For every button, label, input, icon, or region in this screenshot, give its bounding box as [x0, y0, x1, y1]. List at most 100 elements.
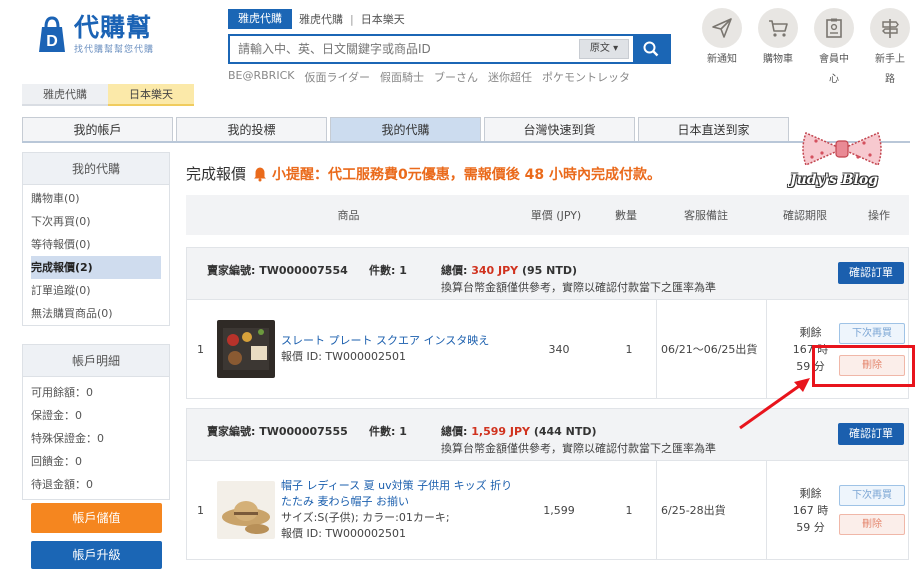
- confirm-deadline: 剩餘 167 時 59 分: [793, 485, 829, 536]
- header-product: 商品: [337, 209, 360, 222]
- main-nav: 我的帳戶 我的投標 我的代購 台灣快速到貨 日本直送到家: [22, 117, 792, 143]
- deposit-amount: 保證金：0: [31, 409, 82, 422]
- quantity: 1: [625, 342, 633, 356]
- buy-later-button[interactable]: 下次再買: [839, 485, 905, 506]
- search-tab-yahoo[interactable]: 雅虎代購: [228, 9, 292, 29]
- pending-refund: 待退金額：0: [31, 478, 93, 491]
- sidebar-item-unavailable[interactable]: 無法購買商品(0): [23, 302, 169, 325]
- product-thumbnail[interactable]: [217, 461, 275, 559]
- order-total: 總價: 340 JPY (95 NTD): [441, 262, 577, 278]
- search-button[interactable]: [633, 35, 669, 63]
- buy-later-button[interactable]: 下次再買: [839, 322, 905, 344]
- total-jpy: 340 JPY: [471, 264, 519, 277]
- chevron-down-icon: ▾: [613, 43, 619, 54]
- hot-keyword[interactable]: ブーさん: [434, 69, 478, 85]
- account-upgrade-button[interactable]: 帳戶升級: [31, 541, 162, 569]
- product-name-link[interactable]: 帽子 レディース 夏 uv対策 子供用 キッズ 折りたたみ 麦わら帽子 お揃い: [281, 478, 513, 510]
- nav-divider: [22, 141, 910, 143]
- item-count: 件數: 1: [369, 425, 407, 438]
- product-spec: サイズ:S(子供); カラー:01カーキ;: [281, 511, 450, 524]
- tab-my-purchases[interactable]: 我的代購: [330, 117, 481, 143]
- quantity: 1: [625, 503, 633, 517]
- beginner-guide-link[interactable]: 新手上路: [862, 8, 915, 90]
- deadline-hours: 167 時: [792, 503, 829, 517]
- quote-id: 報價 ID: TW000002501: [281, 350, 406, 363]
- site-tab-rakuten[interactable]: 日本樂天: [108, 84, 194, 106]
- signpost-icon: [870, 8, 910, 48]
- product-name-link[interactable]: スレート プレート スクエア インスタ映え: [281, 333, 489, 349]
- bow-ribbon-icon: [802, 131, 882, 167]
- cart-label: 購物車: [763, 54, 793, 65]
- row-index: 1: [197, 503, 204, 517]
- tab-my-bids[interactable]: 我的投標: [176, 117, 327, 143]
- header-unit-price: 單價 (JPY): [530, 209, 582, 222]
- sidebar-item-buy-later[interactable]: 下次再買(0): [23, 210, 169, 233]
- sidebar-item-cart[interactable]: 購物車(0): [23, 187, 169, 210]
- cart-link[interactable]: 購物車: [750, 8, 806, 90]
- product-thumbnail[interactable]: [217, 300, 275, 398]
- svg-text:D: D: [46, 33, 58, 50]
- account-topup-button[interactable]: 帳戶儲值: [31, 503, 162, 533]
- sidebar-item-quote-complete[interactable]: 完成報價(2): [31, 256, 161, 279]
- search-input[interactable]: [230, 42, 579, 56]
- hot-keyword[interactable]: 仮面ライダー: [304, 69, 370, 85]
- page-title: 完成報價: [186, 165, 247, 183]
- total-prefix: 總價:: [441, 425, 472, 438]
- header-qty: 數量: [615, 209, 637, 222]
- red-arrow-icon: [739, 378, 810, 430]
- sidebar-item-awaiting-quote[interactable]: 等待報價(0): [23, 233, 169, 256]
- unit-price: 1,599: [543, 503, 575, 517]
- notifications-label: 新通知: [707, 54, 737, 65]
- total-ntd: (95 NTD): [518, 264, 578, 277]
- bell-icon: [254, 167, 267, 181]
- language-select[interactable]: 原文 ▾: [579, 39, 629, 59]
- confirm-order-button[interactable]: 確認訂單: [838, 423, 904, 445]
- content-header: 完成報價 小提醒：代工服務費0元優惠，需報價後 48 小時內完成付款。: [186, 163, 661, 184]
- hot-keyword[interactable]: BE@RBRICK: [228, 69, 294, 85]
- tab-taiwan-fast-delivery[interactable]: 台灣快速到貨: [484, 117, 635, 143]
- blog-watermark: Judy's Blog: [790, 172, 879, 188]
- tab-japan-direct-delivery[interactable]: 日本直送到家: [638, 117, 789, 143]
- member-center-link[interactable]: 會員中心: [806, 8, 862, 90]
- member-center-label: 會員中心: [819, 54, 849, 85]
- notifications-link[interactable]: 新通知: [694, 8, 750, 90]
- payment-reminder: 小提醒：代工服務費0元優惠，需報價後 48 小時內完成付款。: [272, 166, 661, 183]
- logo-title: 代購幫: [74, 13, 153, 42]
- total-prefix: 總價:: [441, 264, 472, 277]
- special-deposit: 特殊保證金：0: [31, 432, 104, 445]
- shopping-bag-logo-icon: D: [39, 15, 65, 52]
- header-action: 操作: [868, 209, 890, 222]
- highlight-frame: [812, 345, 915, 387]
- quote-id: 報價 ID: TW000002501: [281, 527, 406, 540]
- deadline-label: 剩餘: [799, 325, 822, 339]
- item-count: 件數: 1: [369, 264, 407, 277]
- straw-hat-photo: [217, 481, 275, 539]
- confirm-order-button[interactable]: 確認訂單: [838, 262, 904, 284]
- order-header: 賣家編號: TW000007554 件數: 1 總價: 340 JPY (95 …: [187, 248, 908, 300]
- site-tabs: 雅虎代購 日本樂天: [22, 84, 194, 106]
- available-balance: 可用餘額：0: [31, 386, 93, 399]
- beginner-guide-label: 新手上路: [875, 54, 905, 85]
- search-tab-yahoo-purchase[interactable]: 雅虎代購: [292, 11, 350, 27]
- sidebar-account-details: 帳戶明細 可用餘額：0 保證金：0 特殊保證金：0 回饋金：0 待退金額：0: [22, 344, 170, 500]
- language-select-value: 原文: [589, 43, 610, 54]
- table-header: 商品 單價 (JPY) 數量 客服備註 確認期限 操作: [186, 195, 909, 235]
- site-logo[interactable]: D 代購幫 找代購幫幫您代購: [34, 14, 154, 55]
- hot-keyword[interactable]: 迷你超任: [488, 69, 532, 85]
- hot-keyword[interactable]: ポケモントレッタ: [542, 69, 630, 85]
- search-tabs: 雅虎代購 雅虎代購 | 日本樂天: [228, 9, 412, 29]
- search-icon: [643, 41, 659, 57]
- service-remark: 6/25-28出貨: [661, 504, 726, 517]
- search-tab-rakuten[interactable]: 日本樂天: [354, 11, 412, 27]
- hot-keyword[interactable]: 假面騎士: [380, 69, 424, 85]
- total-jpy: 1,599 JPY: [471, 425, 530, 438]
- delete-button[interactable]: 刪除: [839, 514, 905, 535]
- header-remark: 客服備註: [684, 209, 728, 222]
- sidebar-my-purchases: 我的代購 購物車(0) 下次再買(0) 等待報價(0) 完成報價(2) 訂單追蹤…: [22, 152, 170, 326]
- send-icon: [702, 8, 742, 48]
- sidebar-item-order-tracking[interactable]: 訂單追蹤(0): [23, 279, 169, 302]
- cart-icon: [758, 8, 798, 48]
- site-tab-yahoo[interactable]: 雅虎代購: [22, 84, 108, 106]
- tab-my-account[interactable]: 我的帳戶: [22, 117, 173, 143]
- order-total: 總價: 1,599 JPY (444 NTD): [441, 423, 597, 439]
